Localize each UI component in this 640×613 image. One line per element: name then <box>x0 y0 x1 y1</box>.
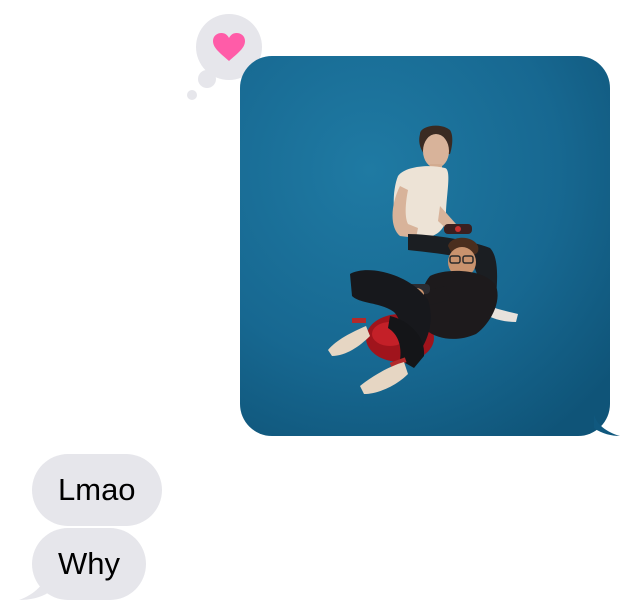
bubble-tail <box>594 414 620 436</box>
message-text: Why <box>58 546 120 581</box>
incoming-message[interactable]: Lmao <box>32 454 162 526</box>
message-thread: Lmao Why <box>0 0 640 613</box>
incoming-message[interactable]: Why <box>32 528 146 600</box>
photo-attachment[interactable] <box>240 56 610 436</box>
photo-image <box>240 56 610 436</box>
tapback-tail-dot-small <box>187 90 197 100</box>
outgoing-photo-message[interactable] <box>240 56 620 436</box>
message-text: Lmao <box>58 472 136 507</box>
